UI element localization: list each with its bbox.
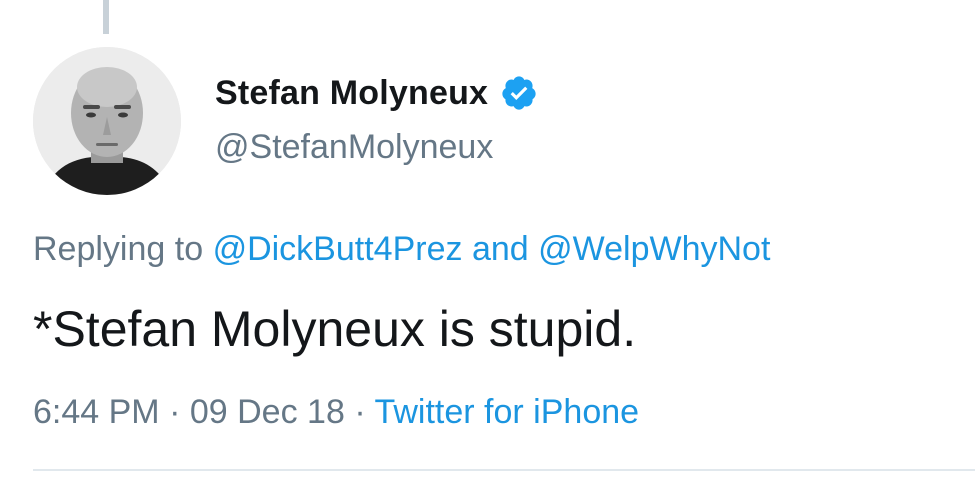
meta-separator: ·	[354, 393, 366, 431]
replying-to-label: Replying to	[33, 230, 204, 268]
author-handle[interactable]: @StefanMolyneux	[215, 128, 493, 167]
verified-badge-icon	[500, 74, 538, 112]
replying-to-line: Replying to @DickButt4Prez and @WelpWhyN…	[33, 230, 770, 269]
thread-connector-line	[103, 0, 109, 34]
meta-separator: ·	[169, 393, 181, 431]
avatar[interactable]	[33, 47, 181, 195]
author-display-name[interactable]: Stefan Molyneux	[215, 74, 488, 113]
tweet-text: *Stefan Molyneux is stupid.	[33, 301, 637, 357]
tweet-time[interactable]: 6:44 PM	[33, 393, 160, 431]
tweet-date[interactable]: 09 Dec 18	[190, 393, 345, 431]
author-name-row[interactable]: Stefan Molyneux	[215, 73, 538, 113]
profile-photo	[33, 47, 181, 195]
divider	[33, 469, 975, 471]
mention-link-2[interactable]: @WelpWhyNot	[538, 230, 770, 268]
tweet-meta: 6:44 PM · 09 Dec 18 · Twitter for iPhone	[33, 393, 639, 432]
tweet-source-link[interactable]: Twitter for iPhone	[374, 393, 639, 431]
mention-link-1[interactable]: @DickButt4Prez	[213, 230, 463, 268]
mention-conjunction: and	[471, 230, 529, 268]
